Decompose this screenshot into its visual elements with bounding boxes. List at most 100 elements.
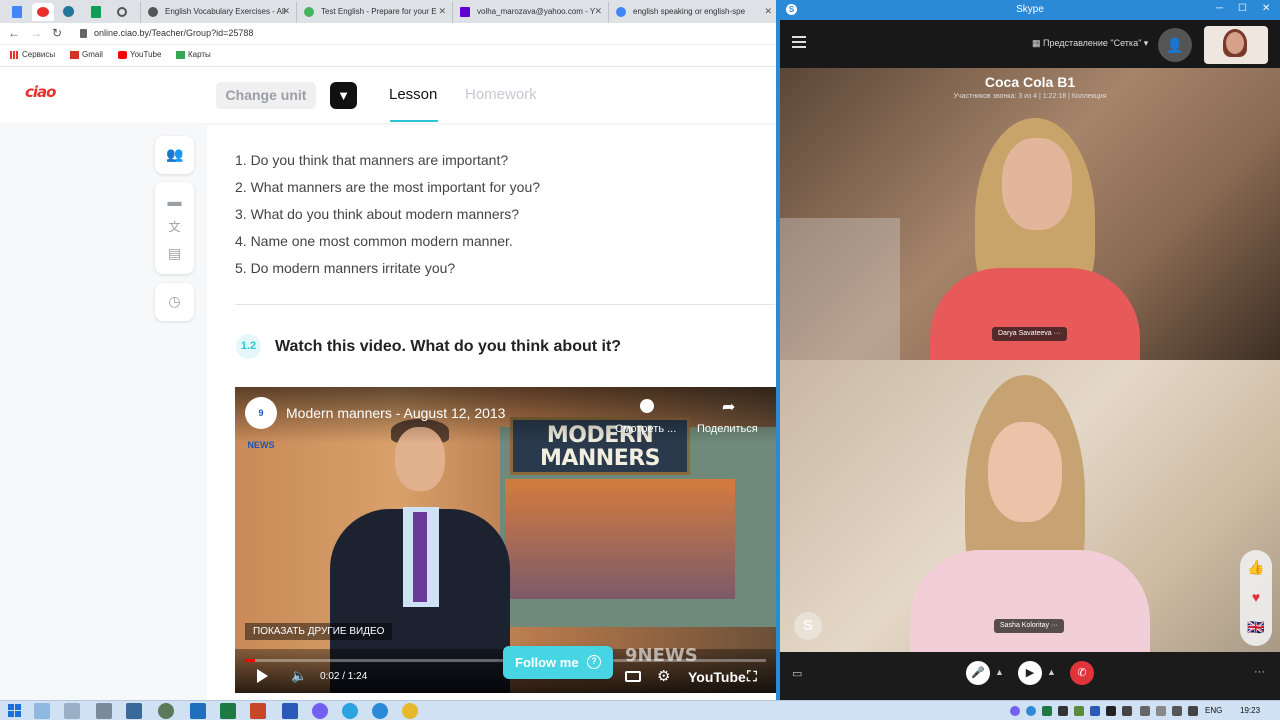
tab-lesson[interactable]: Lesson (389, 86, 437, 103)
menu-icon[interactable] (792, 36, 806, 48)
network-icon[interactable] (1156, 706, 1166, 716)
url-field[interactable]: online.ciao.by/Teacher/Group?id=25788 (94, 28, 253, 38)
media-icon[interactable] (158, 703, 174, 719)
students-card[interactable]: 👥 (155, 136, 194, 174)
printer-icon[interactable] (96, 703, 112, 719)
back-icon[interactable]: ← (8, 26, 20, 40)
close-icon[interactable]: ✕ (282, 2, 290, 21)
subtitles-icon[interactable] (625, 671, 641, 682)
unit-badge-icon[interactable]: ▼ (330, 82, 357, 109)
close-icon[interactable]: ✕ (438, 2, 446, 21)
tray-skype-icon[interactable] (1026, 706, 1036, 716)
minimize-icon[interactable]: ─ (1216, 3, 1223, 14)
change-unit-button[interactable]: Change unit (216, 82, 316, 109)
bookmark-maps[interactable]: Карты (176, 50, 211, 59)
powerpoint-icon[interactable] (250, 703, 266, 719)
end-call-icon[interactable]: ✆ (1070, 661, 1094, 685)
users-icon[interactable]: 👥 (166, 147, 183, 162)
viber-icon[interactable] (312, 703, 328, 719)
question-item: 5. Do modern manners irritate you? (235, 260, 456, 276)
volume-icon[interactable]: 🔈 (291, 668, 307, 684)
tray-app-icon[interactable] (1042, 706, 1052, 716)
bookmark-youtube[interactable]: YouTube (118, 50, 161, 59)
share-icon[interactable]: ➦ (722, 397, 735, 417)
browser-tab[interactable]: volha_marozava@yahoo.com - Y ✕ (452, 2, 606, 23)
share-label[interactable]: Поделиться (697, 423, 758, 435)
maximize-icon[interactable]: ☐ (1238, 3, 1247, 14)
add-participant-button[interactable]: 👤 (1158, 28, 1192, 62)
play-icon[interactable] (257, 669, 268, 683)
self-view[interactable] (1204, 26, 1268, 64)
clipboard-icon[interactable]: ▤ (166, 246, 183, 261)
bookmark-label: Gmail (82, 50, 103, 59)
pinned-tab-docs[interactable] (6, 3, 28, 21)
skype-taskbar-icon[interactable] (372, 703, 388, 719)
folder-icon[interactable] (64, 703, 80, 719)
more-videos-button[interactable]: ПОКАЗАТЬ ДРУГИЕ ВИДЕО (245, 623, 393, 640)
microphone-icon[interactable]: 🎤 (966, 661, 990, 685)
app-icon[interactable] (126, 703, 142, 719)
tray-app-icon[interactable] (1106, 706, 1116, 716)
volume-icon[interactable] (1188, 706, 1198, 716)
more-options-icon[interactable]: ··· (1254, 666, 1265, 678)
reload-icon[interactable]: ↻ (52, 26, 62, 40)
pinned-tab-sheets[interactable] (86, 3, 108, 21)
browser-tab[interactable]: Test English - Prepare for your E ✕ (296, 2, 450, 23)
participant-video-tile[interactable]: S 👍 ♥ 🇬🇧 Sasha Koloritay ··· (780, 360, 1280, 652)
site-header: ciao Change unit ▼ Lesson Homework (0, 67, 776, 123)
view-mode-selector[interactable]: ▦ Представление "Сетка" ▾ (1032, 38, 1148, 49)
excel-icon[interactable] (220, 703, 236, 719)
ciao-logo[interactable]: ciao (25, 83, 56, 101)
bookmark-services[interactable]: Сервисы (10, 50, 55, 59)
heart-icon[interactable]: ♥ (1247, 588, 1265, 606)
close-icon[interactable]: ✕ (764, 2, 772, 21)
telegram-icon[interactable] (342, 703, 358, 719)
fullscreen-icon[interactable]: ⛶ (747, 668, 757, 685)
help-icon[interactable]: ? (587, 655, 601, 669)
channel-logo[interactable]: 9 NEWS (245, 397, 277, 450)
participant-nametag[interactable]: Darya Savateeva ··· (992, 327, 1067, 341)
pinned-tab-wp[interactable] (58, 3, 80, 21)
pinned-tab-block[interactable] (112, 3, 134, 21)
browser-tab[interactable]: English Vocabulary Exercises - All ✕ (140, 2, 294, 23)
tray-app-icon[interactable] (1122, 706, 1132, 716)
chat-icon[interactable]: ▭ (792, 667, 802, 680)
close-icon[interactable]: ✕ (1262, 3, 1270, 14)
word-icon[interactable] (282, 703, 298, 719)
watch-later-label[interactable]: Смотреть ... (615, 423, 676, 435)
browser-tab[interactable]: english speaking or english-spe ✕ (608, 2, 776, 23)
battery-icon[interactable] (1172, 706, 1182, 716)
desktop-icon[interactable] (34, 703, 50, 719)
participant-video-tile[interactable]: Coca Cola B1 Участников звонка: 3 из 4 |… (780, 68, 1280, 360)
video-title[interactable]: Modern manners - August 12, 2013 (286, 405, 505, 421)
participant-nametag[interactable]: Sasha Koloritay ··· (994, 619, 1064, 633)
start-icon[interactable] (8, 704, 21, 717)
chat-icon[interactable]: ▬ (166, 194, 183, 209)
app-icon[interactable] (190, 703, 206, 719)
tray-app-icon[interactable] (1140, 706, 1150, 716)
chrome-icon[interactable] (402, 703, 418, 719)
chevron-up-icon[interactable]: ▲ (995, 667, 1004, 677)
tray-viber-icon[interactable] (1010, 706, 1020, 716)
gear-icon[interactable]: ⚙ (657, 667, 670, 685)
bookmark-gmail[interactable]: Gmail (70, 50, 103, 59)
close-icon[interactable]: ✕ (594, 2, 602, 21)
translate-icon[interactable]: 文 (166, 220, 183, 235)
follow-me-button[interactable]: Follow me? (503, 646, 613, 679)
pinned-tab-ciao[interactable] (32, 3, 54, 21)
youtube-logo[interactable]: YouTube (688, 669, 746, 685)
stopwatch-icon[interactable]: ◷ (166, 294, 183, 309)
flag-icon[interactable]: 🇬🇧 (1247, 618, 1265, 636)
tray-app-icon[interactable] (1090, 706, 1100, 716)
camera-icon[interactable]: ▶ (1018, 661, 1042, 685)
clock-icon[interactable] (640, 399, 654, 413)
tray-app-icon[interactable] (1074, 706, 1084, 716)
forward-icon[interactable]: → (30, 26, 42, 40)
timer-card[interactable]: ◷ (155, 283, 194, 321)
chevron-up-icon[interactable]: ▲ (1047, 667, 1056, 677)
input-language[interactable]: ENG (1205, 706, 1222, 715)
tray-app-icon[interactable] (1058, 706, 1068, 716)
tab-homework[interactable]: Homework (465, 86, 537, 103)
thumbs-up-icon[interactable]: 👍 (1247, 558, 1265, 576)
clock[interactable]: 19:23 (1240, 706, 1260, 715)
